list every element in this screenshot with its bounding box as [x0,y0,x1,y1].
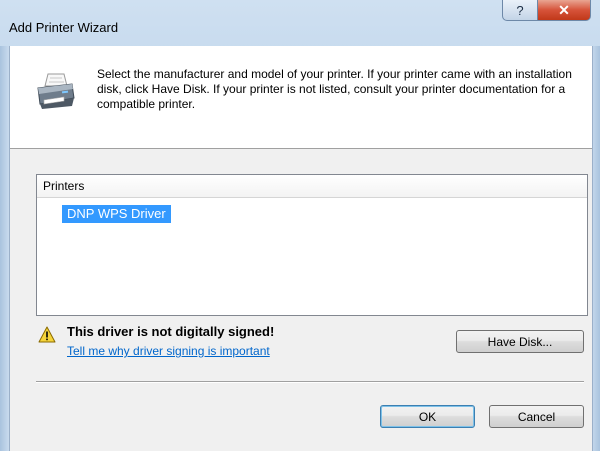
close-button[interactable]: ✕ [537,0,591,21]
column-header-label: Printers [43,179,85,193]
have-disk-button[interactable]: Have Disk... [456,330,584,353]
instructions-text: Select the manufacturer and model of you… [97,67,572,111]
separator [36,381,584,383]
list-item-selected[interactable]: DNP WPS Driver [62,205,171,223]
window-title: Add Printer Wizard [9,20,119,35]
warning-icon [38,326,56,343]
header-band: Select the manufacturer and model of you… [10,46,592,149]
window-border-left [0,46,9,451]
list-column-header[interactable]: Printers [37,175,587,198]
driver-signing-link[interactable]: Tell me why driver signing is important [67,344,270,358]
help-icon: ? [516,2,524,18]
cancel-button[interactable]: Cancel [489,405,584,428]
printer-icon [37,73,75,109]
warning-title: This driver is not digitally signed! [67,324,275,339]
dialog-client-area: Select the manufacturer and model of you… [9,46,593,451]
close-icon: ✕ [558,1,570,18]
printers-list[interactable]: Printers DNP WPS Driver [36,174,588,316]
help-button[interactable]: ? [502,0,538,21]
ok-button[interactable]: OK [380,405,475,428]
